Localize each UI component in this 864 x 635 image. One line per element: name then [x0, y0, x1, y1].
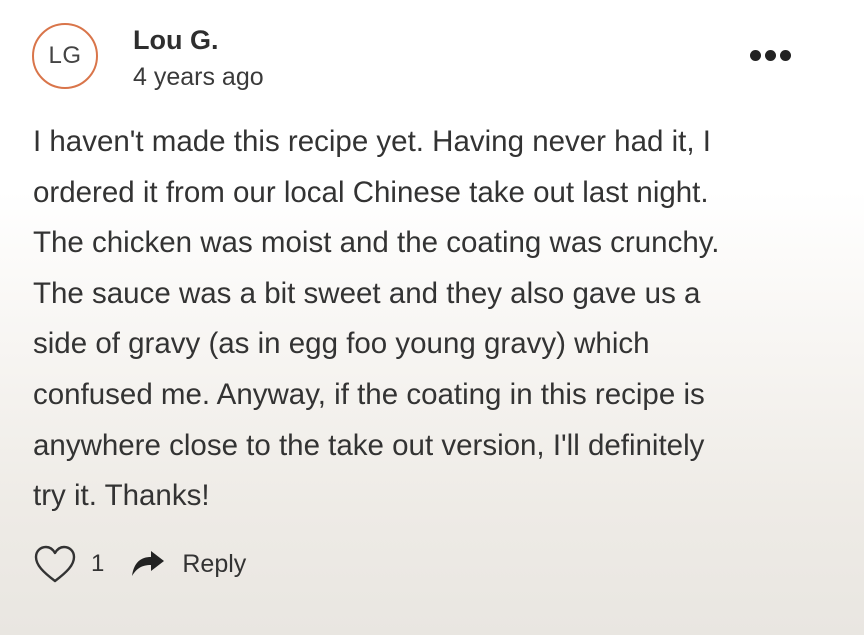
reply-arrow-icon: [132, 551, 165, 576]
more-horizontal-icon: [764, 49, 776, 61]
heart-outline-icon: [34, 545, 76, 583]
author-name[interactable]: Lou G.: [133, 22, 218, 58]
reply-label: Reply: [182, 549, 247, 578]
more-options-button[interactable]: [744, 40, 796, 70]
avatar-initials: LG: [48, 42, 82, 69]
comment-card: LG Lou G. 4 years ago I haven't made thi…: [0, 0, 864, 635]
like-count: 1: [91, 550, 105, 577]
comment-actions: 1 Reply: [33, 542, 246, 586]
avatar[interactable]: LG: [32, 23, 98, 89]
more-horizontal-icon: [779, 49, 791, 61]
more-horizontal-icon: [749, 49, 761, 61]
like-button[interactable]: 1: [33, 544, 104, 584]
comment-timestamp: 4 years ago: [133, 63, 264, 91]
comment-body: I haven't made this recipe yet. Having n…: [33, 125, 720, 513]
reply-button[interactable]: Reply: [130, 549, 246, 579]
